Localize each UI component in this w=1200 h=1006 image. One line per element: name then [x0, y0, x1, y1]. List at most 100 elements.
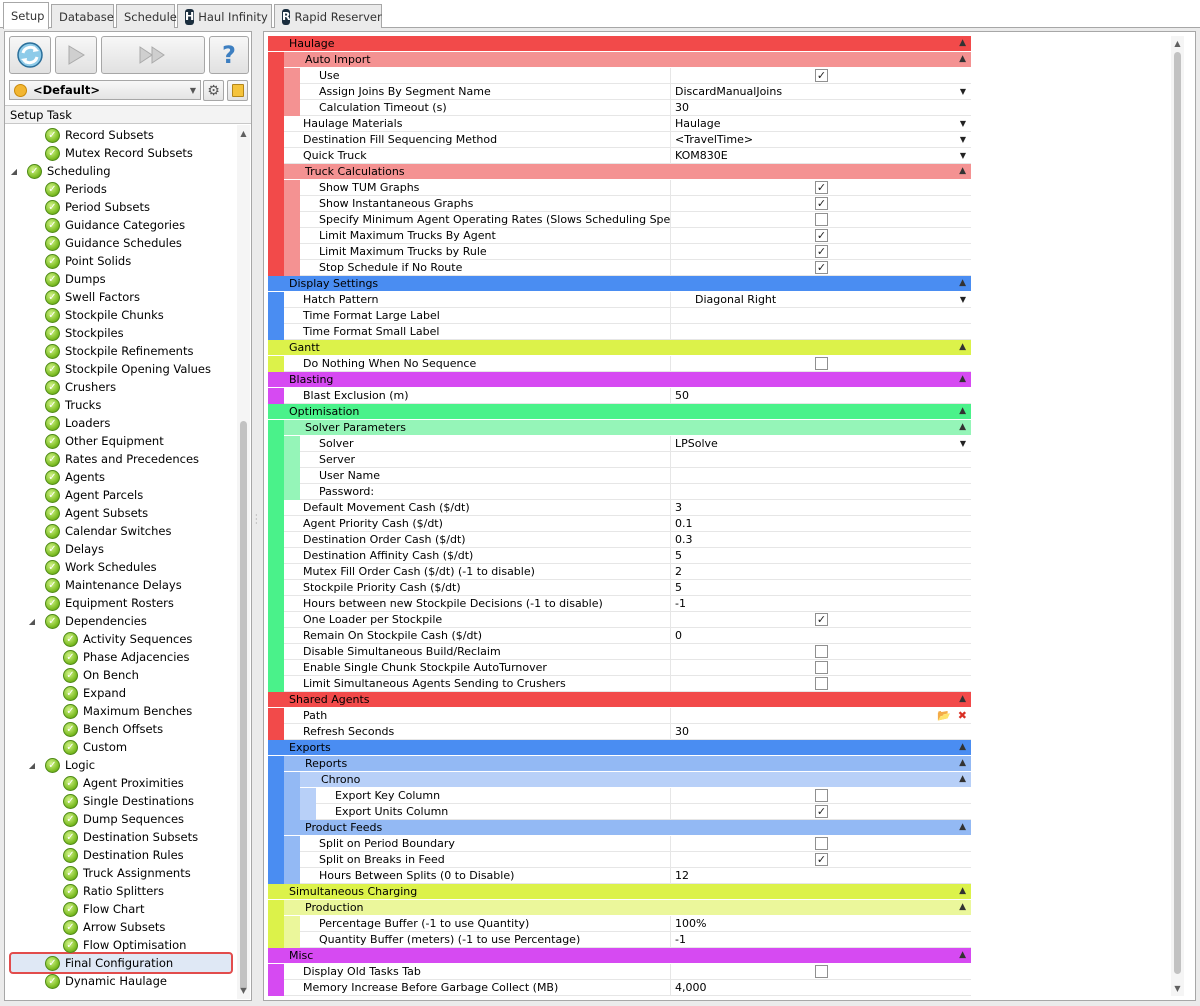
tree-item-phase-adjacencies[interactable]: ✓ Phase Adjacencies [63, 648, 189, 666]
tab-setup[interactable]: Setup [3, 2, 49, 29]
run-all-button[interactable] [101, 36, 205, 74]
property-split-on-breaks-in-feed[interactable]: Split on Breaks in Feed ✓ [268, 852, 971, 868]
tree-item-dependencies[interactable]: ◢ ✓ Dependencies [29, 612, 147, 630]
unchecked-checkbox-icon[interactable] [815, 357, 828, 370]
subcategory-production[interactable]: Production ▲ [268, 900, 971, 916]
category-shared-agents[interactable]: Shared Agents ▲ [268, 692, 971, 708]
property-grid-scrollbar[interactable]: ▲ ▼ [1171, 36, 1184, 996]
tree-item-maximum-benches[interactable]: ✓ Maximum Benches [63, 702, 192, 720]
tree-item-delays[interactable]: ✓ Delays [45, 540, 104, 558]
property-enable-single-chunk-stockpile-autoturnover[interactable]: Enable Single Chunk Stockpile AutoTurnov… [268, 660, 971, 676]
collapse-caret-icon[interactable]: ▲ [959, 276, 966, 291]
property-time-format-small-label[interactable]: Time Format Small Label [268, 324, 971, 340]
property-quick-truck[interactable]: Quick Truck KOM830E ▼ [268, 148, 971, 164]
property-value[interactable]: 30 [671, 724, 971, 740]
tree-item-period-subsets[interactable]: ✓ Period Subsets [45, 198, 150, 216]
collapse-caret-icon[interactable]: ▲ [959, 36, 966, 51]
run-button[interactable] [55, 36, 97, 74]
collapse-caret-icon[interactable]: ▲ [959, 756, 966, 771]
property-stockpile-priority-cash-dt[interactable]: Stockpile Priority Cash ($/dt) 5 [268, 580, 971, 596]
property-checkbox[interactable] [671, 836, 971, 852]
expand-caret-icon[interactable]: ◢ [9, 167, 19, 176]
property-limit-simultaneous-agents-sending-to-crushers[interactable]: Limit Simultaneous Agents Sending to Cru… [268, 676, 971, 692]
property-destination-order-cash-dt[interactable]: Destination Order Cash ($/dt) 0.3 [268, 532, 971, 548]
category-exports[interactable]: Exports ▲ [268, 740, 971, 756]
property-split-on-period-boundary[interactable]: Split on Period Boundary [268, 836, 971, 852]
property-checkbox[interactable] [671, 356, 971, 372]
tree-item-guidance-categories[interactable]: ✓ Guidance Categories [45, 216, 185, 234]
property-checkbox[interactable]: ✓ [671, 804, 971, 820]
property-password[interactable]: Password: [268, 484, 971, 500]
property-checkbox[interactable]: ✓ [671, 244, 971, 260]
checked-checkbox-icon[interactable]: ✓ [815, 245, 828, 258]
property-server[interactable]: Server [268, 452, 971, 468]
property-disable-simultaneous-build-reclaim[interactable]: Disable Simultaneous Build/Reclaim [268, 644, 971, 660]
tree-item-mutex-record-subsets[interactable]: ✓ Mutex Record Subsets [45, 144, 193, 162]
tree-scrollbar-thumb[interactable] [240, 421, 247, 991]
property-haulage-materials[interactable]: Haulage Materials Haulage ▼ [268, 116, 971, 132]
tree-item-periods[interactable]: ✓ Periods [45, 180, 107, 198]
tree-item-bench-offsets[interactable]: ✓ Bench Offsets [63, 720, 163, 738]
checked-checkbox-icon[interactable]: ✓ [815, 853, 828, 866]
property-checkbox[interactable]: ✓ [671, 196, 971, 212]
unchecked-checkbox-icon[interactable] [815, 677, 828, 690]
tree-item-activity-sequences[interactable]: ✓ Activity Sequences [63, 630, 192, 648]
tree-item-custom[interactable]: ✓ Custom [63, 738, 127, 756]
checked-checkbox-icon[interactable]: ✓ [815, 805, 828, 818]
property-dropdown[interactable]: Diagonal Right ▼ [671, 292, 971, 308]
tree-item-final-configuration[interactable]: ✓ Final Configuration [45, 954, 173, 972]
tree-item-calendar-switches[interactable]: ✓ Calendar Switches [45, 522, 171, 540]
tree-item-scheduling[interactable]: ◢ ✓ Scheduling [11, 162, 111, 180]
property-limit-maximum-trucks-by-rule[interactable]: Limit Maximum Trucks by Rule ✓ [268, 244, 971, 260]
property-checkbox[interactable] [671, 788, 971, 804]
property-checkbox[interactable]: ✓ [671, 68, 971, 84]
collapse-caret-icon[interactable]: ▲ [959, 884, 966, 899]
subcategory-truck-calculations[interactable]: Truck Calculations ▲ [268, 164, 971, 180]
checked-checkbox-icon[interactable]: ✓ [815, 261, 828, 274]
unchecked-checkbox-icon[interactable] [815, 837, 828, 850]
expand-caret-icon[interactable]: ◢ [27, 761, 37, 770]
property-dropdown[interactable]: LPSolve ▼ [671, 436, 971, 452]
tree-item-stockpile-refinements[interactable]: ✓ Stockpile Refinements [45, 342, 193, 360]
tree-item-maintenance-delays[interactable]: ✓ Maintenance Delays [45, 576, 182, 594]
help-button[interactable]: ? [209, 36, 249, 74]
property-solver[interactable]: Solver LPSolve ▼ [268, 436, 971, 452]
property-blast-exclusion-m[interactable]: Blast Exclusion (m) 50 [268, 388, 971, 404]
tree-item-single-destinations[interactable]: ✓ Single Destinations [63, 792, 194, 810]
property-memory-increase-before-garbage-collect-mb[interactable]: Memory Increase Before Garbage Collect (… [268, 980, 971, 996]
property-value[interactable] [671, 468, 971, 484]
scroll-up-arrow-icon[interactable]: ▲ [1171, 37, 1184, 50]
property-mutex-fill-order-cash-dt-1-to-disable[interactable]: Mutex Fill Order Cash ($/dt) (-1 to disa… [268, 564, 971, 580]
property-checkbox[interactable]: ✓ [671, 180, 971, 196]
property-value[interactable]: 📂 ✖ [671, 708, 971, 724]
tree-item-equipment-rosters[interactable]: ✓ Equipment Rosters [45, 594, 174, 612]
tree-item-stockpiles[interactable]: ✓ Stockpiles [45, 324, 124, 342]
property-destination-fill-sequencing-method[interactable]: Destination Fill Sequencing Method <Trave… [268, 132, 971, 148]
checked-checkbox-icon[interactable]: ✓ [815, 181, 828, 194]
category-misc[interactable]: Misc ▲ [268, 948, 971, 964]
chevron-down-icon[interactable]: ▼ [960, 132, 966, 147]
property-value[interactable] [671, 308, 971, 324]
property-checkbox[interactable]: ✓ [671, 852, 971, 868]
property-checkbox[interactable]: ✓ [671, 260, 971, 276]
clear-icon[interactable]: ✖ [958, 708, 967, 723]
property-value[interactable] [671, 452, 971, 468]
tree-item-other-equipment[interactable]: ✓ Other Equipment [45, 432, 164, 450]
property-limit-maximum-trucks-by-agent[interactable]: Limit Maximum Trucks By Agent ✓ [268, 228, 971, 244]
collapse-caret-icon[interactable]: ▲ [959, 420, 966, 435]
category-optimisation[interactable]: Optimisation ▲ [268, 404, 971, 420]
collapse-caret-icon[interactable]: ▲ [959, 740, 966, 755]
property-hours-between-splits-0-to-disable[interactable]: Hours Between Splits (0 to Disable) 12 [268, 868, 971, 884]
property-stop-schedule-if-no-route[interactable]: Stop Schedule if No Route ✓ [268, 260, 971, 276]
tree-item-flow-optimisation[interactable]: ✓ Flow Optimisation [63, 936, 186, 954]
property-calculation-timeout-s[interactable]: Calculation Timeout (s) 30 [268, 100, 971, 116]
tree-item-work-schedules[interactable]: ✓ Work Schedules [45, 558, 157, 576]
property-checkbox[interactable] [671, 964, 971, 980]
property-one-loader-per-stockpile[interactable]: One Loader per Stockpile ✓ [268, 612, 971, 628]
category-gantt[interactable]: Gantt ▲ [268, 340, 971, 356]
refresh-button[interactable] [9, 36, 51, 74]
category-haulage[interactable]: Haulage ▲ [268, 36, 971, 52]
checked-checkbox-icon[interactable]: ✓ [815, 229, 828, 242]
subcategory-chrono[interactable]: Chrono ▲ [268, 772, 971, 788]
property-show-tum-graphs[interactable]: Show TUM Graphs ✓ [268, 180, 971, 196]
